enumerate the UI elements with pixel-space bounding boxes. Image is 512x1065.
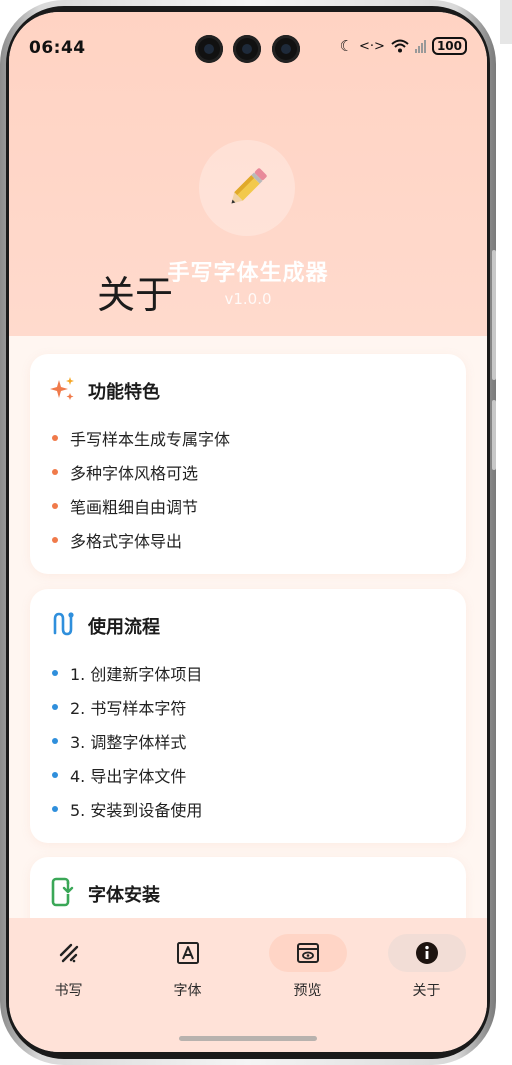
bullet-dot [52, 503, 58, 509]
list-item: 2. 书写样本字符 [52, 695, 186, 719]
signal-icon [414, 39, 426, 53]
app-screen: 06:44 ☾ <·> 100 手写字体生成器 v1.0.0 关于 功能特色 手… [9, 12, 487, 1052]
tab-label: 字体 [173, 983, 202, 999]
bullet-dot [52, 670, 58, 676]
font-box-icon [176, 942, 199, 964]
list-item-label: 笔画粗细自由调节 [70, 498, 199, 517]
features-title: 功能特色 [88, 382, 160, 403]
app-version: v1.0.0 [224, 290, 272, 308]
list-item: 笔画粗细自由调节 [52, 494, 198, 518]
info-icon [415, 942, 438, 964]
tab-pill [149, 934, 227, 972]
list-item-label: 1. 创建新字体项目 [70, 665, 203, 684]
list-item: 4. 导出字体文件 [52, 763, 186, 787]
list-item-label: 多格式字体导出 [70, 532, 183, 551]
app-logo [199, 140, 295, 236]
moon-icon: ☾ [339, 37, 354, 55]
bullet-dot [52, 704, 58, 710]
bullet-dot [52, 469, 58, 475]
stage: 06:44 ☾ <·> 100 手写字体生成器 v1.0.0 关于 功能特色 手… [0, 0, 512, 1065]
preview-icon [296, 943, 319, 963]
nfc-icon: <·> [359, 38, 385, 54]
volume-button [492, 250, 496, 380]
home-indicator[interactable] [179, 1036, 317, 1041]
camera-icon [233, 35, 261, 63]
bottom-tab-bar: 书写 字体 预览 关于 [9, 918, 487, 1052]
list-item: 多格式字体导出 [52, 528, 182, 552]
bullet-dot [52, 806, 58, 812]
tab-font[interactable]: 字体 [128, 918, 247, 1018]
tab-label: 书写 [54, 983, 83, 999]
camera-icon [195, 35, 223, 63]
tab-pill [387, 934, 466, 972]
list-item: 5. 安装到设备使用 [52, 797, 202, 821]
route-icon [53, 612, 74, 636]
list-item-label: 2. 书写样本字符 [70, 699, 187, 718]
tab-label: 预览 [293, 983, 322, 999]
handwriting-icon [59, 943, 78, 963]
bullet-dot [52, 738, 58, 744]
battery-icon: 100 [431, 37, 467, 55]
tab-pill [268, 934, 347, 972]
list-item: 手写样本生成专属字体 [52, 426, 230, 450]
sparkle-icon [50, 377, 74, 400]
list-item-label: 手写样本生成专属字体 [70, 430, 231, 449]
list-item: 1. 创建新字体项目 [52, 661, 202, 685]
status-icons: ☾ <·> 100 [340, 37, 467, 55]
workflow-title: 使用流程 [88, 617, 160, 638]
page-title: 关于 [97, 273, 174, 317]
features-card: 功能特色 手写样本生成专属字体 多种字体风格可选 笔画粗细自由调节 多格式字体导… [30, 354, 466, 574]
tab-pill [30, 934, 108, 972]
tab-label: 关于 [412, 983, 441, 999]
list-item-label: 3. 调整字体样式 [70, 733, 187, 752]
list-item: 3. 调整字体样式 [52, 729, 186, 753]
pencil-icon [231, 168, 267, 204]
status-time: 06:44 [29, 38, 86, 58]
bullet-dot [52, 772, 58, 778]
wifi-icon [391, 39, 409, 53]
bullet-dot [52, 435, 58, 441]
workflow-card: 使用流程 1. 创建新字体项目 2. 书写样本字符 3. 调整字体样式 4. 导… [30, 589, 466, 843]
power-button [492, 400, 496, 470]
tab-write[interactable]: 书写 [9, 918, 128, 1018]
edge-strip [500, 0, 512, 44]
phone-download-icon [51, 877, 74, 907]
list-item: 多种字体风格可选 [52, 460, 198, 484]
camera-icon [272, 35, 300, 63]
bullet-dot [52, 537, 58, 543]
list-item-label: 多种字体风格可选 [70, 464, 199, 483]
app-name: 手写字体生成器 [167, 261, 329, 286]
tab-about[interactable]: 关于 [367, 918, 486, 1018]
list-item-label: 5. 安装到设备使用 [70, 801, 203, 820]
tab-preview[interactable]: 预览 [248, 918, 367, 1018]
list-item-label: 4. 导出字体文件 [70, 767, 187, 786]
install-title: 字体安装 [88, 885, 160, 906]
